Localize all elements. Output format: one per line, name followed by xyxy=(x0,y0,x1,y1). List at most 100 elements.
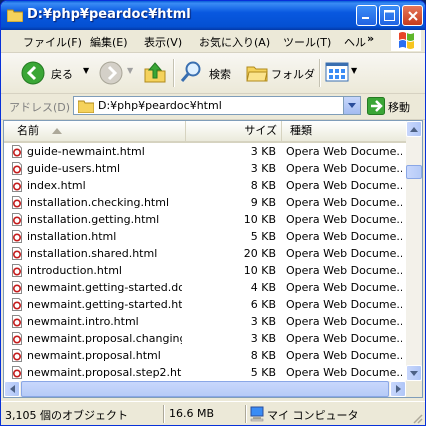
search-label: 検索 xyxy=(209,68,231,81)
back-dropdown-icon[interactable]: ▼ xyxy=(83,66,89,75)
file-size: 5 KB xyxy=(250,230,276,243)
menu-file[interactable]: ファイル(F) xyxy=(23,34,82,50)
close-button[interactable] xyxy=(402,5,423,26)
file-row[interactable]: newmaint.getting-started.doc... 4 KB Opera… xyxy=(4,279,406,296)
file-name: installation.html xyxy=(27,230,117,243)
maximize-button[interactable] xyxy=(379,5,400,26)
html-file-icon xyxy=(12,162,22,175)
my-computer-icon xyxy=(250,406,264,422)
chevron-left-icon xyxy=(9,385,15,393)
folder-icon xyxy=(7,9,23,22)
file-size: 8 KB xyxy=(250,179,276,192)
html-file-icon xyxy=(12,230,22,243)
file-name: guide-newmaint.html xyxy=(27,145,145,158)
html-file-icon xyxy=(12,247,22,260)
file-row[interactable]: installation.shared.html 20 KB Opera Web D… xyxy=(4,245,406,262)
html-file-icon xyxy=(12,332,22,345)
scroll-thumb[interactable] xyxy=(406,165,422,179)
html-file-icon xyxy=(12,349,22,362)
file-row[interactable]: newmaint.proposal.changing.h... 3 KB Opera… xyxy=(4,330,406,347)
file-name: guide-users.html xyxy=(27,162,121,175)
menu-favorites[interactable]: お気に入り(A) xyxy=(199,34,270,50)
file-size: 3 KB xyxy=(250,145,276,158)
html-file-icon xyxy=(12,298,22,311)
status-total-size: 16.6 MB xyxy=(169,407,215,420)
minimize-button[interactable] xyxy=(356,5,377,26)
file-row[interactable]: installation.html 5 KB Opera Web Docume... xyxy=(4,228,406,245)
menu-edit[interactable]: 編集(E) xyxy=(90,34,128,50)
scroll-left-button[interactable] xyxy=(4,381,20,397)
scroll-corner xyxy=(406,381,422,397)
title-bar[interactable]: D:¥php¥peardoc¥html xyxy=(1,1,425,30)
column-name-label: 名前 xyxy=(17,124,39,137)
file-type: Opera Web Docume... xyxy=(286,366,402,379)
file-size: 10 KB xyxy=(243,264,276,277)
status-bar: 3,105 個のオブジェクト 16.6 MB マイ コンピュータ xyxy=(1,401,425,425)
file-name: newmaint.proposal.changing.h... xyxy=(27,332,182,345)
folders-button[interactable]: フォルダ xyxy=(245,60,315,86)
file-name: newmaint.proposal.step2.html xyxy=(27,366,182,379)
forward-dropdown-icon[interactable]: ▼ xyxy=(127,66,133,75)
file-size: 10 KB xyxy=(243,213,276,226)
horizontal-scroll-thumb[interactable] xyxy=(21,381,389,397)
menu-overflow-chevron[interactable]: » xyxy=(367,32,374,45)
file-type: Opera Web Docume... xyxy=(286,315,402,328)
vertical-scrollbar[interactable] xyxy=(406,121,422,381)
file-row[interactable]: newmaint.intro.html 3 KB Opera Web Docume.… xyxy=(4,313,406,330)
back-button[interactable]: 戻る ▼ xyxy=(21,60,93,86)
file-row[interactable]: introduction.html 10 KB Opera Web Docume..… xyxy=(4,262,406,279)
file-row[interactable]: newmaint.proposal.html 8 KB Opera Web Docu… xyxy=(4,347,406,364)
menu-tools[interactable]: ツール(T) xyxy=(283,34,331,50)
go-arrow-icon xyxy=(367,97,385,115)
column-type-label: 種類 xyxy=(290,124,312,137)
views-dropdown-icon[interactable]: ▼ xyxy=(351,66,357,75)
file-size: 6 KB xyxy=(250,298,276,311)
file-row[interactable]: installation.getting.html 10 KB Opera Web … xyxy=(4,211,406,228)
windows-flag-icon xyxy=(399,32,414,49)
search-button[interactable]: 検索 xyxy=(179,60,239,86)
folder-icon xyxy=(78,100,94,113)
html-file-icon xyxy=(12,281,22,294)
file-row[interactable]: index.html 8 KB Opera Web Docume... xyxy=(4,177,406,194)
go-label: 移動 xyxy=(388,101,410,114)
file-row[interactable]: guide-newmaint.html 3 KB Opera Web Docume.… xyxy=(4,143,406,160)
maximize-icon xyxy=(384,10,395,21)
scroll-down-button[interactable] xyxy=(406,365,422,381)
menu-bar: ファイル(F) 編集(E) 表示(V) お気に入り(A) ツール(T) ヘル » xyxy=(1,30,425,53)
horizontal-scrollbar[interactable] xyxy=(4,381,406,397)
scroll-right-button[interactable] xyxy=(390,381,406,397)
explorer-window: D:¥php¥peardoc¥html ファイル(F) 編集(E) 表示(V) … xyxy=(0,0,426,426)
menu-help[interactable]: ヘル xyxy=(344,34,366,50)
html-file-icon xyxy=(12,145,22,158)
scroll-up-button[interactable] xyxy=(406,121,422,137)
search-icon xyxy=(180,61,201,82)
views-button[interactable]: ▼ xyxy=(325,60,359,86)
go-button[interactable]: 移動 xyxy=(367,97,423,116)
file-row[interactable]: guide-users.html 3 KB Opera Web Docume... xyxy=(4,160,406,177)
toolbar: 戻る ▼ ▼ 検索 フォルダ ▼ xyxy=(1,53,425,94)
file-size: 8 KB xyxy=(250,349,276,362)
file-row[interactable]: installation.checking.html 9 KB Opera Web … xyxy=(4,194,406,211)
column-size[interactable]: サイズ xyxy=(186,121,282,141)
column-size-label: サイズ xyxy=(244,124,277,137)
chevron-right-icon xyxy=(395,385,401,393)
file-row[interactable]: newmaint.proposal.step2.html 5 KB Opera We… xyxy=(4,364,406,381)
chevron-up-icon xyxy=(410,126,418,132)
address-input[interactable]: D:¥php¥peardoc¥html xyxy=(73,96,361,115)
column-type[interactable]: 種類 xyxy=(282,121,406,141)
menu-view[interactable]: 表示(V) xyxy=(144,34,182,50)
resize-grip-icon[interactable] xyxy=(411,412,423,424)
forward-button[interactable]: ▼ xyxy=(99,60,135,86)
up-folder-button[interactable] xyxy=(143,60,169,86)
address-dropdown-button[interactable] xyxy=(343,97,360,114)
file-size: 3 KB xyxy=(250,315,276,328)
status-divider xyxy=(163,405,165,423)
file-name: newmaint.intro.html xyxy=(27,315,139,328)
close-icon xyxy=(407,10,418,21)
views-icon xyxy=(325,62,349,82)
column-name[interactable]: 名前 xyxy=(4,121,186,141)
file-size: 5 KB xyxy=(250,366,276,379)
file-size: 3 KB xyxy=(250,162,276,175)
file-name: installation.shared.html xyxy=(27,247,158,260)
file-row[interactable]: newmaint.getting-started.html 6 KB Opera W… xyxy=(4,296,406,313)
